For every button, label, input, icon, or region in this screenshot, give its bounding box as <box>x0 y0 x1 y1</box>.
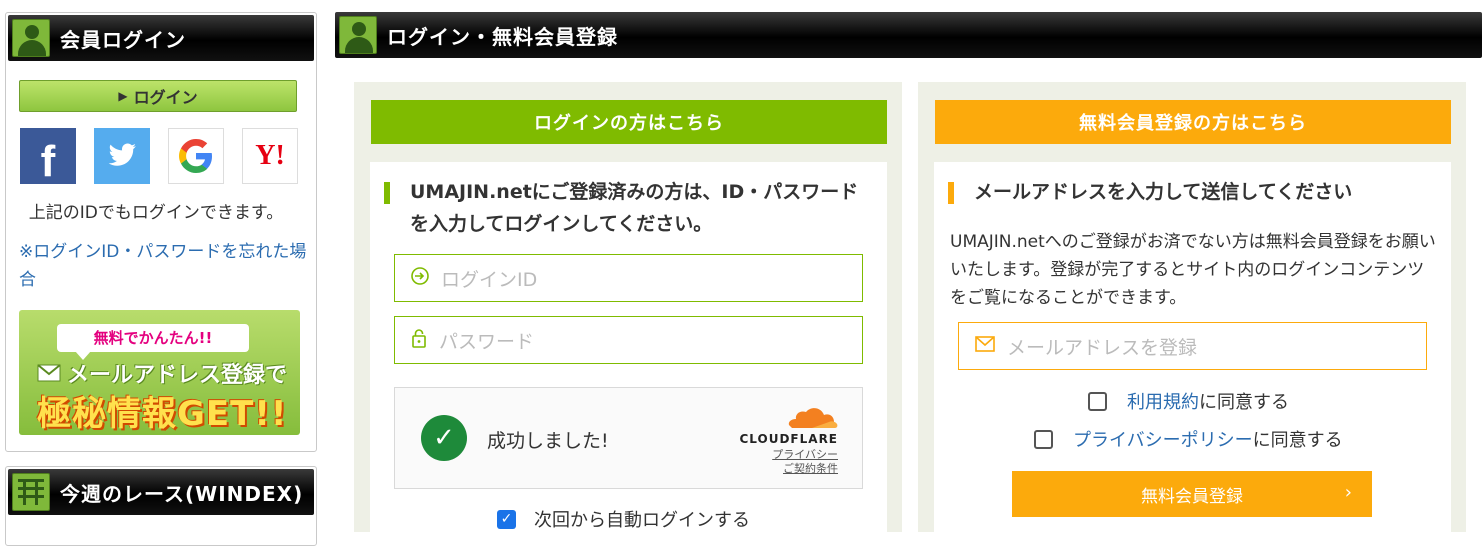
terms-of-use-link[interactable]: 利用規約 <box>1127 392 1199 413</box>
email-register-banner[interactable]: 無料でかんたん!! メールアドレス登録で 極秘情報GET!! <box>19 310 300 435</box>
weekly-race-title: 今週のレース(WINDEX) <box>60 481 304 506</box>
twitter-icon[interactable] <box>94 128 150 184</box>
banner-line1: メールアドレス登録で <box>37 357 287 389</box>
social-login-row: f Y! <box>20 128 298 186</box>
register-description: UMAJIN.netへのご登録がお済でない方は無料会員登録をお願いいたします。登… <box>950 232 1436 308</box>
facebook-icon[interactable]: f <box>20 128 76 186</box>
remember-checkbox[interactable]: ✓ <box>497 509 516 529</box>
main-header: ログイン・無料会員登録 <box>335 12 1482 58</box>
yahoo-icon[interactable]: Y! <box>242 128 298 184</box>
social-login-note: 上記のIDでもログインできます。 <box>28 203 284 223</box>
cloud-icon <box>788 408 838 428</box>
terms-link[interactable]: ご契約条件 <box>772 462 838 476</box>
register-submit-button[interactable]: 無料会員登録 › <box>1012 471 1372 517</box>
login-column: ログインの方はこちら UMAJIN.netにご登録済みの方は、ID・パスワード … <box>354 82 902 542</box>
checkmark-icon: ✓ <box>421 415 467 461</box>
privacy-link[interactable]: プライバシー <box>772 448 838 462</box>
login-arrow-icon <box>411 266 429 290</box>
email-placeholder: メールアドレスを登録 <box>1007 336 1198 359</box>
race-grid-icon <box>12 473 50 511</box>
user-icon <box>339 16 377 54</box>
login-column-header: ログインの方はこちら <box>371 100 887 144</box>
forgot-password-link[interactable]: ※ログインID・パスワードを忘れた場合 <box>19 238 309 294</box>
password-placeholder: パスワード <box>439 330 535 353</box>
google-icon[interactable] <box>168 128 224 184</box>
chevron-right-icon: › <box>1344 482 1352 503</box>
page-title: ログイン・無料会員登録 <box>387 24 618 49</box>
login-button[interactable]: ▶ ログイン <box>19 80 297 112</box>
member-login-title: 会員ログイン <box>60 27 186 52</box>
cloudflare-wordmark: CLOUDFLARE <box>739 432 838 446</box>
terms-checkbox[interactable] <box>1088 391 1107 411</box>
mail-icon <box>37 364 61 382</box>
remember-label: 次回から自動ログインする <box>534 510 750 531</box>
member-login-header: 会員ログイン <box>8 15 314 61</box>
privacy-policy-link[interactable]: プライバシーポリシー <box>1073 430 1253 451</box>
login-id-placeholder: ログインID <box>441 268 538 291</box>
play-icon: ▶ <box>118 89 128 103</box>
weekly-race-header: 今週のレース(WINDEX) <box>8 469 314 515</box>
register-form: メールアドレスを入力して送信してください UMAJIN.netへのご登録がお済で… <box>934 162 1451 542</box>
weekly-race-panel: 今週のレース(WINDEX) <box>5 466 317 546</box>
login-section-title: UMAJIN.netにご登録済みの方は、ID・パスワード を入力してログインして… <box>384 176 858 240</box>
captcha-links: プライバシー ご契約条件 <box>772 448 838 476</box>
captcha-status: 成功しました! <box>487 430 609 452</box>
password-field[interactable]: パスワード <box>394 316 863 364</box>
mail-icon <box>975 335 995 357</box>
lock-icon <box>411 328 427 353</box>
banner-line2: 極秘情報GET!! <box>37 394 288 434</box>
user-icon <box>12 19 50 57</box>
register-column-header: 無料会員登録の方はこちら <box>935 100 1451 144</box>
register-column: 無料会員登録の方はこちら メールアドレスを入力して送信してください UMAJIN… <box>918 82 1466 542</box>
cloudflare-logo: CLOUDFLARE <box>722 402 838 452</box>
email-field[interactable]: メールアドレスを登録 <box>958 322 1427 370</box>
login-form: UMAJIN.netにご登録済みの方は、ID・パスワード を入力してログインして… <box>370 162 887 542</box>
login-id-field[interactable]: ログインID <box>394 254 863 302</box>
banner-bubble: 無料でかんたん!! <box>57 324 249 360</box>
remember-login[interactable]: ✓ 次回から自動ログインする <box>497 506 750 532</box>
captcha-widget[interactable]: ✓ 成功しました! CLOUDFLARE プライバシー ご契約条件 <box>394 387 863 489</box>
register-section-title: メールアドレスを入力して送信してください <box>948 176 1352 208</box>
privacy-agree[interactable]: プライバシーポリシーに同意する <box>1034 426 1343 452</box>
privacy-checkbox[interactable] <box>1034 429 1053 449</box>
terms-agree[interactable]: 利用規約に同意する <box>1088 388 1289 414</box>
